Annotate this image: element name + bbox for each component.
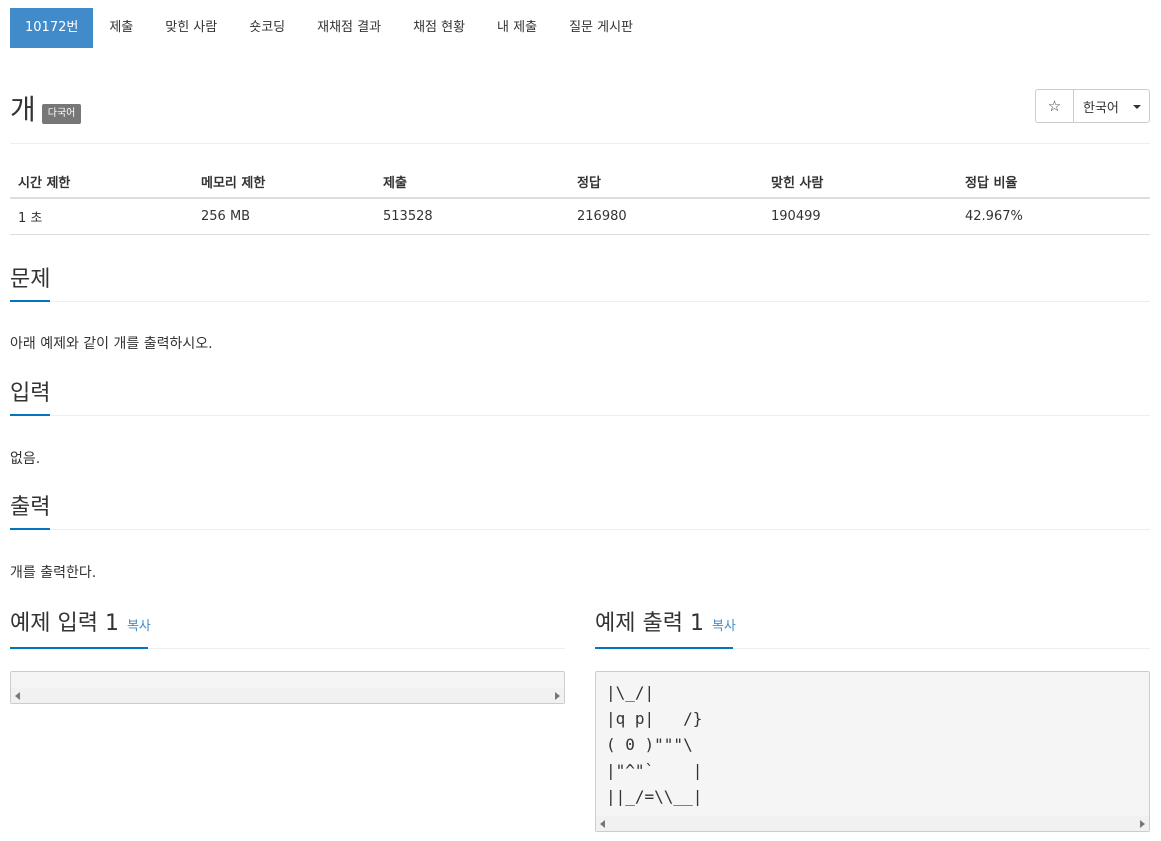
scroll-right-icon[interactable] bbox=[1140, 819, 1145, 828]
sample-input-box bbox=[10, 671, 565, 704]
sample-input-scrollbar[interactable] bbox=[11, 688, 564, 703]
language-dropdown[interactable]: 한국어 bbox=[1074, 89, 1150, 123]
sample-output-box: |\_/| |q p| /} ( 0 )"""\ |"^"` | ||_/=\\… bbox=[595, 671, 1150, 832]
scroll-right-icon[interactable] bbox=[555, 691, 560, 700]
tab-solved-users[interactable]: 맞힌 사람 bbox=[149, 8, 233, 48]
sample-output-content: |\_/| |q p| /} ( 0 )"""\ |"^"` | ||_/=\\… bbox=[606, 683, 703, 806]
copy-sample-input-link[interactable]: 복사 bbox=[127, 612, 151, 642]
section-output-rule bbox=[10, 528, 1150, 530]
value-solved-users: 190499 bbox=[763, 198, 957, 235]
section-output-heading: 출력 bbox=[10, 495, 51, 520]
sample-input-title: 예제 입력 1 bbox=[10, 611, 119, 636]
section-problem-rule bbox=[10, 300, 1150, 302]
info-header-row: 시간 제한 메모리 제한 제출 정답 맞힌 사람 정답 비율 bbox=[10, 166, 1150, 199]
sample-input-content bbox=[11, 672, 564, 680]
header-accept-ratio: 정답 비율 bbox=[957, 166, 1150, 199]
output-description: 개를 출력한다. bbox=[10, 565, 97, 581]
value-memory-limit: 256 MB bbox=[193, 198, 375, 235]
language-selected: 한국어 bbox=[1083, 100, 1119, 116]
sample-output-title: 예제 출력 1 bbox=[595, 611, 704, 636]
caret-down-icon bbox=[1133, 105, 1141, 109]
sample-input-section: 예제 입력 1 복사 bbox=[10, 609, 565, 649]
problem-info-table: 시간 제한 메모리 제한 제출 정답 맞힌 사람 정답 비율 1 초 256 M… bbox=[10, 166, 1150, 235]
tab-rejudge-results[interactable]: 재채점 결과 bbox=[301, 8, 397, 48]
sample-output-section: 예제 출력 1 복사 bbox=[595, 609, 1150, 649]
header-accepted: 정답 bbox=[569, 166, 763, 199]
sample-input-rule bbox=[10, 647, 565, 649]
section-problem: 문제 bbox=[10, 265, 1150, 302]
tab-submit[interactable]: 제출 bbox=[93, 8, 149, 48]
value-submissions: 513528 bbox=[375, 198, 569, 235]
value-time-limit: 1 초 bbox=[10, 198, 193, 235]
section-output: 출력 bbox=[10, 493, 1150, 530]
section-input: 입력 bbox=[10, 379, 1150, 416]
scroll-left-icon[interactable] bbox=[600, 819, 605, 828]
problem-page: 10172번 제출 맞힌 사람 숏코딩 재채점 결과 채점 현황 내 제출 질문… bbox=[0, 0, 1161, 841]
tab-question-board[interactable]: 질문 게시판 bbox=[553, 8, 649, 48]
sample-output-heading: 예제 출력 1 복사 bbox=[595, 609, 1150, 642]
header-solved-users: 맞힌 사람 bbox=[763, 166, 957, 199]
tab-my-submissions[interactable]: 내 제출 bbox=[481, 8, 553, 48]
title-controls: ☆ 한국어 bbox=[1035, 89, 1150, 123]
tab-judge-status[interactable]: 채점 현황 bbox=[397, 8, 481, 48]
multilingual-badge: 다국어 bbox=[41, 104, 82, 124]
info-value-row: 1 초 256 MB 513528 216980 190499 42.967% bbox=[10, 198, 1150, 235]
header-submissions: 제출 bbox=[375, 166, 569, 199]
tab-short-coding[interactable]: 숏코딩 bbox=[233, 8, 301, 48]
value-accept-ratio: 42.967% bbox=[957, 198, 1150, 235]
sample-output-scrollbar[interactable] bbox=[596, 816, 1149, 831]
header-memory-limit: 메모리 제한 bbox=[193, 166, 375, 199]
title-divider bbox=[10, 143, 1150, 144]
section-problem-heading: 문제 bbox=[10, 267, 51, 292]
copy-sample-output-link[interactable]: 복사 bbox=[712, 612, 736, 642]
favorite-star-button[interactable]: ☆ bbox=[1035, 89, 1074, 123]
scroll-left-icon[interactable] bbox=[15, 691, 20, 700]
sample-input-heading: 예제 입력 1 복사 bbox=[10, 609, 565, 642]
value-accepted: 216980 bbox=[569, 198, 763, 235]
section-input-heading: 입력 bbox=[10, 381, 51, 406]
problem-title: 개 bbox=[10, 93, 36, 126]
sample-output-rule bbox=[595, 647, 1150, 649]
problem-description: 아래 예제와 같이 개를 출력하시오. bbox=[10, 336, 213, 352]
input-description: 없음. bbox=[10, 451, 41, 467]
problem-title-area: 개 다국어 bbox=[10, 88, 82, 128]
section-input-rule bbox=[10, 414, 1150, 416]
star-icon: ☆ bbox=[1047, 97, 1062, 115]
problem-tabs: 10172번 제출 맞힌 사람 숏코딩 재채점 결과 채점 현황 내 제출 질문… bbox=[10, 8, 649, 48]
header-time-limit: 시간 제한 bbox=[10, 166, 193, 199]
tab-problem-number[interactable]: 10172번 bbox=[10, 8, 94, 48]
